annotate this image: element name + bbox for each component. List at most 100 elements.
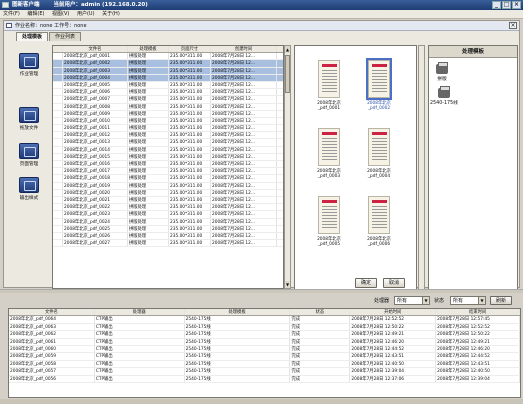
- nav-job-manage[interactable]: 作业管理: [10, 53, 48, 77]
- page-thumbnail[interactable]: 2008年北京_pdf_0003: [309, 128, 349, 186]
- table-row[interactable]: 2008年北京_pdf_0021 拼版处理 235.00*311.00 2008年7月…: [53, 196, 283, 205]
- nav-drag-files[interactable]: 拖放文件: [10, 107, 48, 131]
- table-cell: 拼版处理: [128, 204, 169, 211]
- table-row[interactable]: 2008年北京_pdf_0012 拼版处理 235.00*311.00 2008年7月…: [53, 132, 283, 140]
- table-row[interactable]: 2008年北京_pdf_0023 拼版处理 235.00*311.00 2008年7月…: [53, 211, 283, 219]
- scroll-up-icon[interactable]: ▲: [285, 46, 290, 53]
- page-thumbnail[interactable]: 2008年北京_pdf_0002: [359, 58, 399, 118]
- table-cell: [53, 175, 63, 182]
- column-header[interactable]: 状态: [290, 309, 351, 316]
- table-row[interactable]: 2008年北京_pdf_0003 拼版处理 235.00*311.00 2008年7月…: [53, 67, 283, 75]
- nav-output-style[interactable]: 输出样式: [10, 177, 48, 201]
- table-cell: [53, 74, 63, 81]
- table-cell: 2008年7月28日 12...: [211, 74, 277, 81]
- table-cell: 2540-175线: [185, 323, 291, 331]
- table-row[interactable]: 2008年北京_pdf_0062 CTP输出 2540-175线 完成 2008年7月2…: [9, 331, 520, 339]
- scroll-thumb[interactable]: [285, 55, 290, 93]
- table-row[interactable]: 2008年北京_pdf_0064 CTP输出 2540-175线 完成 2008年7月2…: [9, 316, 520, 324]
- table-row[interactable]: 2008年北京_pdf_0008 拼版处理 235.00*311.00 2008年7月…: [53, 103, 283, 111]
- table-cell: 2008年7月28日 12:46:20: [436, 345, 520, 353]
- table-row[interactable]: 2008年北京_pdf_0009 拼版处理 235.00*311.00 2008年7月…: [53, 110, 283, 118]
- table-row[interactable]: 2008年北京_pdf_0020 拼版处理 235.00*311.00 2008年7月…: [53, 189, 283, 197]
- menu-file[interactable]: 文件(F): [3, 11, 20, 17]
- table-cell: 2008年北京_pdf_0013: [63, 139, 128, 146]
- maximize-button[interactable]: □: [502, 1, 511, 9]
- table-row[interactable]: 2008年北京_pdf_0057 CTP输出 2540-175线 完成 2008年7月2…: [9, 368, 520, 376]
- table-row[interactable]: 2008年北京_pdf_0026 拼版处理 235.00*311.00 2008年7月…: [53, 232, 283, 241]
- table-row[interactable]: 2008年北京_pdf_0025 拼版处理 235.00*311.00 2008年7月…: [53, 225, 283, 233]
- confirm-button[interactable]: 确定: [355, 278, 378, 288]
- table-row[interactable]: 2008年北京_pdf_0060 CTP输出 2540-175线 完成 2008年7月2…: [9, 345, 520, 354]
- table-row[interactable]: 2008年北京_pdf_0058 CTP输出 2540-175线 完成 2008年7月2…: [9, 360, 520, 369]
- column-header[interactable]: 页面尺寸: [169, 46, 211, 53]
- table-row[interactable]: 2008年北京_pdf_0015 拼版处理 235.00*311.00 2008年7月…: [53, 153, 283, 161]
- column-header[interactable]: 结束时间: [436, 309, 520, 316]
- column-header[interactable]: 创建时间: [211, 46, 277, 53]
- page-thumbnail[interactable]: 2008年北京_pdf_0006: [359, 196, 399, 254]
- table-row[interactable]: 2008年北京_pdf_0063 CTP输出 2540-175线 完成 2008年7月2…: [9, 323, 520, 332]
- table-row[interactable]: 2008年北京_pdf_0014 拼版处理 235.00*311.00 2008年7月…: [53, 146, 283, 154]
- table-row[interactable]: 2008年北京_pdf_0022 拼版处理 235.00*311.00 2008年7月…: [53, 204, 283, 212]
- table-row[interactable]: 2008年北京_pdf_0002 拼版处理 235.00*311.00 2008年7月…: [53, 60, 283, 68]
- table-row[interactable]: 2008年北京_pdf_0019 拼版处理 235.00*311.00 2008年7月…: [53, 182, 283, 190]
- file-table-scrollbar[interactable]: ▲ ▼: [284, 45, 291, 289]
- table-row[interactable]: 2008年北京_pdf_0013 拼版处理 235.00*311.00 2008年7月…: [53, 139, 283, 147]
- table-row[interactable]: 2008年北京_pdf_0027 拼版处理 235.00*311.00 2008年7月…: [53, 240, 283, 248]
- panel-splitter[interactable]: [0, 289, 523, 293]
- table-row[interactable]: 2008年北京_pdf_0016 拼版处理 235.00*311.00 2008年7月…: [53, 161, 283, 169]
- table-row[interactable]: 2008年北京_pdf_0017 拼版处理 235.00*311.00 2008年7月…: [53, 168, 283, 176]
- table-cell: 235.00*311.00: [169, 81, 211, 89]
- menu-view[interactable]: 视图(V): [52, 11, 69, 17]
- status-select[interactable]: 所有 ▼: [450, 296, 486, 305]
- menu-edit[interactable]: 编辑(E): [27, 11, 44, 17]
- status-label: 状态: [434, 298, 445, 304]
- column-header[interactable]: 开始时间: [350, 309, 437, 316]
- table-cell: [53, 110, 63, 117]
- minimize-button[interactable]: _: [492, 1, 501, 9]
- column-header[interactable]: [53, 46, 63, 53]
- table-row[interactable]: 2008年北京_pdf_0010 拼版处理 235.00*311.00 2008年7月…: [53, 117, 283, 126]
- table-cell: 完成: [290, 345, 351, 353]
- table-row[interactable]: 2008年北京_pdf_0059 CTP输出 2540-175线 完成 2008年7月2…: [9, 353, 520, 361]
- processor-select[interactable]: 所有 ▼: [394, 296, 430, 305]
- table-cell: [53, 139, 63, 146]
- close-button[interactable]: ×: [512, 1, 521, 9]
- job-close-button[interactable]: ×: [509, 22, 517, 29]
- table-row[interactable]: 2008年北京_pdf_0004 拼版处理 235.00*311.00 2008年7月…: [53, 74, 283, 82]
- device-imposition[interactable]: 拼版: [431, 62, 453, 82]
- cancel-button[interactable]: 取消: [383, 278, 406, 288]
- table-row[interactable]: 2008年北京_pdf_0056 CTP输出 2540-175线 完成 2008年7月2…: [9, 375, 520, 383]
- thumbnail-scrollbar[interactable]: [418, 45, 425, 293]
- column-header[interactable]: 文件名: [9, 309, 95, 316]
- refresh-button[interactable]: 刷新: [490, 296, 513, 305]
- page-thumbnail[interactable]: 2008年北京_pdf_0001: [309, 60, 349, 118]
- menu-about[interactable]: 关于(H): [102, 11, 120, 17]
- table-row[interactable]: 2008年北京_pdf_0011 拼版处理 235.00*311.00 2008年7月…: [53, 125, 283, 133]
- table-row[interactable]: 2008年北京_pdf_0061 CTP输出 2540-175线 完成 2008年7月2…: [9, 338, 520, 346]
- table-cell: [53, 67, 63, 74]
- nav-page-manage[interactable]: 页面管理: [10, 143, 48, 167]
- table-cell: 2008年7月28日 12...: [211, 204, 277, 211]
- table-cell: 2540-175线: [185, 345, 291, 353]
- column-header[interactable]: 处理器: [95, 309, 185, 316]
- table-row[interactable]: 2008年北京_pdf_0006 拼版处理 235.00*311.00 2008年7月…: [53, 89, 283, 97]
- table-row[interactable]: 2008年北京_pdf_0001 拼版处理 235.00*311.00 2008年7月…: [53, 53, 283, 61]
- tab-job-list[interactable]: 作业列表: [49, 32, 82, 41]
- column-header[interactable]: 文件名: [63, 46, 128, 53]
- table-cell: CTP输出: [95, 368, 185, 375]
- page-thumbnail[interactable]: 2008年北京_pdf_0005: [309, 196, 349, 254]
- table-row[interactable]: 2008年北京_pdf_0007 拼版处理 235.00*311.00 2008年7月…: [53, 96, 283, 104]
- menu-user[interactable]: 用户(U): [77, 11, 95, 17]
- scroll-down-icon[interactable]: ▼: [285, 281, 290, 288]
- column-header[interactable]: 处理模板: [185, 309, 291, 316]
- table-row[interactable]: 2008年北京_pdf_0018 拼版处理 235.00*311.00 2008年7月…: [53, 175, 283, 183]
- processor-label: 处理器: [374, 298, 390, 304]
- table-cell: [53, 240, 63, 247]
- tab-templates[interactable]: 处理模板: [16, 32, 49, 41]
- table-row[interactable]: 2008年北京_pdf_0005 拼版处理 235.00*311.00 2008年7月…: [53, 81, 283, 90]
- device-ctp[interactable]: 2540-175线: [429, 86, 459, 106]
- table-row[interactable]: 2008年北京_pdf_0024 拼版处理 235.00*311.00 2008年7月…: [53, 218, 283, 226]
- column-header[interactable]: 处理模板: [128, 46, 169, 53]
- page-thumbnail[interactable]: 2008年北京_pdf_0004: [359, 128, 399, 186]
- table-cell: 2008年北京_pdf_0012: [63, 132, 128, 139]
